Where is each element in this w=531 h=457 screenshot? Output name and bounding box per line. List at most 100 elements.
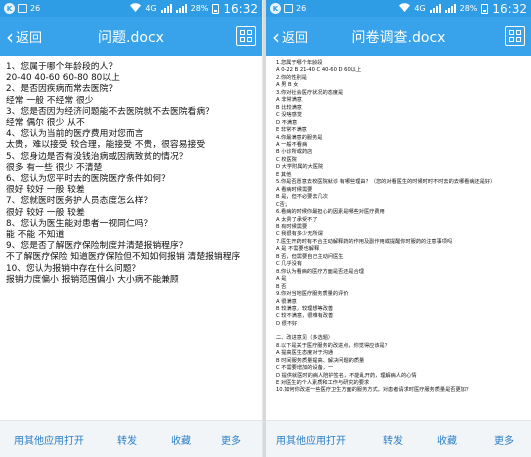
document-line: 6、您认为您平时去的医院医疗条件如何？ — [6, 174, 170, 185]
document-line: 不了解医疗保险 知道医疗保险但不知如何报销 清楚报销程序 — [6, 252, 241, 263]
chevron-left-icon: ‹ — [6, 24, 14, 49]
k-icon: K — [4, 3, 15, 14]
grid-view-icon[interactable] — [236, 26, 256, 46]
document-line: C 较不满意，很难有改善 — [276, 313, 334, 320]
document-line: 20-40 40-60 60-80 80以上 — [6, 73, 120, 84]
document-line: B 比较满意 — [276, 104, 302, 111]
signal-icon — [429, 4, 441, 13]
document-line: 1、您属于哪个年龄段的人？ — [6, 62, 118, 72]
document-line: C否； — [276, 201, 290, 208]
document-line: C 我很有多少无所谓 — [276, 231, 323, 238]
wifi-icon — [399, 2, 411, 15]
battery-percent: 28% — [459, 4, 478, 13]
document-line: A 0-22 B 21-40 C 40-60 D 60以上 — [276, 67, 362, 74]
document-line: 很好 较好 一般 较差 — [6, 207, 85, 218]
back-label: 返回 — [16, 31, 43, 46]
open-with-button[interactable]: 用其他应用打开 — [14, 432, 84, 447]
status-bar: K 26 4G 28% 16:32 — [0, 0, 262, 17]
document-line: 经常 偶尔 很少 从不 — [6, 118, 85, 129]
clock: 16:32 — [223, 1, 258, 16]
title-bar: ‹ 返回 问卷调查.docx — [266, 17, 531, 56]
document-line: 很好 较好 一般 较差 — [6, 185, 85, 196]
right-document-panel: K 26 4G 28% 16:32 ‹ 返回 问卷调查.docx 1.您属于哪个… — [266, 0, 531, 457]
favorite-button[interactable]: 收藏 — [437, 432, 457, 447]
wifi-icon — [130, 2, 142, 15]
k-icon: K — [270, 3, 281, 14]
document-line: A 非常满意 — [276, 97, 302, 104]
document-line: D 提供就医时的病人陪护签名，不能乱开药，理解病人的心情 — [276, 372, 417, 379]
forward-button[interactable]: 转发 — [383, 432, 403, 447]
document-line: 5.你是否愿意去校医院就诊 有哪些理由？（您的对看医生的时候时时不时去的去哪看病… — [276, 179, 496, 186]
forward-button[interactable]: 转发 — [117, 432, 137, 447]
notification-square-icon — [18, 4, 27, 13]
document-line: 报销力度偏小 报销范围偏小 大小病不能兼顾 — [6, 274, 179, 285]
document-line: B 小诊所或药店 — [276, 149, 313, 156]
document-line: 5、您身边是否有没钱治病或因病致贫的情况？ — [6, 151, 188, 162]
signal-icon-2 — [175, 4, 187, 13]
document-line: 经常 一般 不经常 很少 — [6, 95, 94, 106]
network-label: 4G — [145, 4, 157, 13]
more-button[interactable]: 更多 — [494, 432, 514, 447]
status-bar: K 26 4G 28% 16:32 — [266, 0, 531, 17]
document-line: D 不满意 — [276, 119, 298, 126]
document-line: B 否 — [276, 283, 287, 290]
document-line: 8、您认为医生能对患者一视同仁吗？ — [6, 218, 153, 229]
more-button[interactable]: 更多 — [221, 432, 241, 447]
document-line: D 大学附属的大医院 — [276, 164, 324, 171]
document-line: 7、您就医时医务护人员态度怎么样？ — [6, 196, 153, 207]
document-line: 9、您是否了解医疗保险制度并清楚报销程序？ — [6, 241, 188, 252]
document-line: 太贵，难以接受 较合理，能接受 不贵，很容易接受 — [6, 140, 206, 151]
document-line: 4、您认为当前的医疗费用对您而言 — [6, 129, 144, 140]
signal-icon-2 — [444, 4, 456, 13]
network-label: 4G — [414, 4, 426, 13]
document-line: 二、改进意见（多选题） — [276, 335, 334, 342]
document-line: A 是 不需要也解释 — [276, 246, 320, 253]
document-line: A 太贵了承受不了 — [276, 216, 318, 223]
document-line: 3.你对社会医疗状况的态度是 — [276, 89, 344, 96]
document-line: 6.看病的时候你最担心的因素是哪些对医疗费用 — [276, 209, 385, 216]
document-line: 2、是否因疾病而常去医院？ — [6, 84, 118, 95]
open-with-button[interactable]: 用其他应用打开 — [276, 432, 346, 447]
document-line: C 没啥感觉 — [276, 112, 303, 119]
document-line: A 很满意 — [276, 298, 297, 305]
document-line: A 提高医生态度对于沟通 — [276, 350, 334, 357]
document-line: C 不需要增加的设备，一 — [276, 365, 334, 372]
document-content[interactable]: 1.您属于哪个年龄段 A 0-22 B 21-40 C 40-60 D 60以上… — [266, 56, 531, 420]
battery-percent: 28% — [190, 4, 209, 13]
clock: 16:32 — [492, 1, 527, 16]
document-line: E 非常不满意 — [276, 127, 307, 134]
notification-count: 26 — [30, 4, 41, 13]
bottom-action-bar: 用其他应用打开 转发 收藏 更多 — [0, 420, 262, 457]
back-label: 返回 — [282, 31, 309, 46]
document-line: D 很不好 — [276, 320, 298, 327]
battery-icon — [212, 3, 220, 14]
document-line: 8.你认为看病的医疗方面是否还是合理 — [276, 268, 364, 275]
document-line: 能 不能 不知道 — [6, 230, 65, 241]
document-line: 10.如何你改进一些医疗卫生方面的服务方式，对患者请求时医疗服务质量是否更加？ — [276, 387, 472, 394]
back-button[interactable]: ‹ 返回 — [266, 17, 308, 56]
document-line: B 是，但不必要去几次 — [276, 194, 328, 201]
document-line: 9.你对当地医疗服务质量的评价 — [276, 291, 349, 298]
back-button[interactable]: ‹ 返回 — [0, 17, 42, 56]
document-line: A 是 — [276, 276, 287, 283]
battery-icon — [481, 3, 489, 14]
title-bar: ‹ 返回 问题.docx — [0, 17, 262, 56]
favorite-button[interactable]: 收藏 — [171, 432, 191, 447]
notification-count: 26 — [296, 4, 307, 13]
bottom-action-bar: 用其他应用打开 转发 收藏 更多 — [266, 420, 531, 457]
signal-icon — [160, 4, 172, 13]
chevron-left-icon: ‹ — [272, 24, 280, 49]
document-line: B 时间服务质量提高、解决问题的质量 — [276, 357, 365, 364]
document-line: 2.你的性别是 — [276, 74, 307, 81]
document-line: A 一般不看病 — [276, 141, 308, 148]
document-content[interactable]: 1、您属于哪个年龄段的人？ 20-40 40-60 60-80 80以上 2、是否因… — [0, 56, 262, 420]
document-line: 3、您是否因为经济问题能不去医院就不去医院看病？ — [6, 106, 214, 117]
notification-square-icon — [284, 4, 293, 13]
document-line: 很多 有一些 很少 不清楚 — [6, 162, 103, 173]
document-line: A 男 B 女 — [276, 82, 299, 89]
left-document-panel: K 26 4G 28% 16:32 ‹ 返回 问题.docx 1、您属于哪个年龄… — [0, 0, 263, 457]
document-line: C 几乎没有 — [276, 261, 303, 268]
document-line: 4.你最满意的服务是 — [276, 134, 323, 141]
document-line: B 否，但需要自己主动问医生 — [276, 253, 344, 260]
grid-view-icon[interactable] — [505, 26, 525, 46]
